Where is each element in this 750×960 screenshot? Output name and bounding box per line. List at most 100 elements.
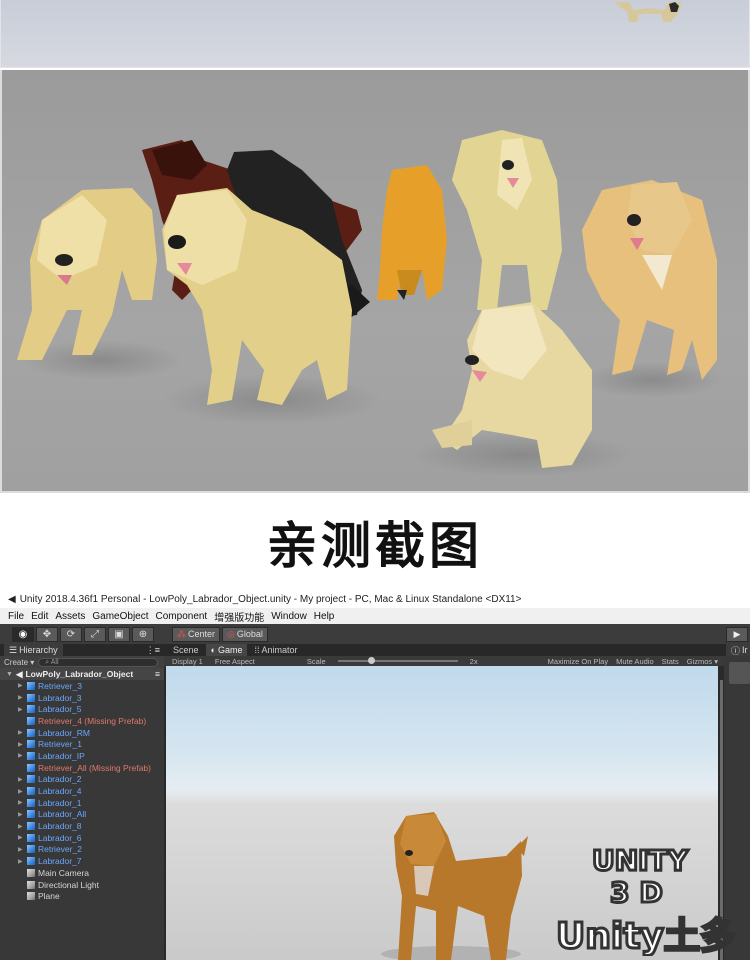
expand-arrow-icon[interactable]: ▶	[18, 811, 24, 818]
hierarchy-item[interactable]: ▶ Labrador_7	[0, 855, 164, 867]
panel-menu-icon[interactable]: ⋮≡	[146, 645, 160, 656]
hierarchy-item[interactable]: ▶ Retriever_2	[0, 844, 164, 856]
menu-window[interactable]: Window	[271, 611, 307, 622]
create-dropdown[interactable]: Create ▾	[4, 658, 34, 667]
cream-labrador-left	[17, 188, 157, 360]
window-titlebar: ◀ Unity 2018.4.36f1 Personal - LowPoly_L…	[0, 590, 750, 608]
scale-tool-icon[interactable]: ⤢	[84, 626, 106, 642]
menu-file[interactable]: File	[8, 611, 24, 622]
hierarchy-tab-bar: ☰ Hierarchy ⋮≡	[0, 644, 164, 656]
hierarchy-item[interactable]: ▶ Labrador_6	[0, 832, 164, 844]
watermark-line1: UNITY	[592, 844, 689, 877]
aspect-select[interactable]: Free Aspect	[215, 657, 255, 666]
hierarchy-item[interactable]: Retriever_All (Missing Prefab)	[0, 762, 164, 774]
hierarchy-item[interactable]: ▶ Labrador_5	[0, 703, 164, 715]
hierarchy-item[interactable]: Directional Light	[0, 879, 164, 891]
orange-retriever	[377, 165, 447, 300]
hierarchy-item[interactable]: ▶ Retriever_3	[0, 680, 164, 692]
inspector-tab-label: Ir	[742, 645, 748, 655]
gameobject-cube-icon	[27, 892, 35, 901]
stats-toggle[interactable]: Stats	[662, 657, 679, 666]
hierarchy-item[interactable]: ▶ Labrador_4	[0, 785, 164, 797]
globe-icon: ◎	[227, 628, 235, 639]
expand-arrow-icon[interactable]: ▶	[18, 858, 24, 865]
info-icon: ⓘ	[731, 645, 741, 656]
gizmos-dropdown[interactable]: Gizmos ▾	[687, 657, 718, 666]
expand-arrow-icon[interactable]: ▶	[18, 776, 24, 783]
hierarchy-item[interactable]: ▶ Retriever_1	[0, 738, 164, 750]
scale-slider[interactable]	[337, 657, 458, 664]
tab-animator[interactable]: ⁞⁞ Animator	[249, 644, 302, 656]
expand-arrow-icon[interactable]: ▶	[18, 682, 24, 689]
window-title: Unity 2018.4.36f1 Personal - LowPoly_Lab…	[19, 593, 522, 605]
scale-slider-knob[interactable]	[367, 657, 375, 664]
hierarchy-item[interactable]: Plane	[0, 890, 164, 902]
search-icon: ⌕	[45, 658, 50, 666]
expand-arrow-icon[interactable]: ▶	[18, 846, 24, 853]
expand-arrow-icon[interactable]: ▶	[18, 834, 24, 841]
tab-inspector[interactable]: ⓘ Ir	[726, 644, 750, 656]
pivot-center-button[interactable]: ⁂ Center	[172, 626, 221, 642]
hierarchy-item[interactable]: ▶ Labrador_IP	[0, 750, 164, 762]
mute-audio-toggle[interactable]: Mute Audio	[616, 657, 654, 666]
prefab-cube-icon	[27, 693, 35, 702]
hierarchy-item[interactable]: Retriever_4 (Missing Prefab)	[0, 715, 164, 727]
view-tool-eye-icon[interactable]: ◉	[12, 626, 34, 642]
watermark-line3: Unity土多	[556, 916, 736, 956]
hierarchy-scene-root[interactable]: ▼ ◀ LowPoly_Labrador_Object ≡	[0, 668, 164, 680]
hierarchy-item[interactable]: ▶ Labrador_3	[0, 692, 164, 704]
menu-enhanced[interactable]: 增强版功能	[214, 609, 264, 624]
caption-banner: 亲测截图	[0, 493, 750, 590]
display-select[interactable]: Display 1	[172, 657, 203, 666]
menu-assets[interactable]: Assets	[55, 611, 85, 622]
space-global-button[interactable]: ◎ Global	[222, 626, 268, 642]
rotate-tool-icon[interactable]: ⟳	[60, 626, 82, 642]
hierarchy-item[interactable]: ▶ Labrador_RM	[0, 727, 164, 739]
hierarchy-item-label: Labrador_1	[38, 797, 82, 808]
hierarchy-item-label: Directional Light	[38, 879, 99, 890]
tab-scene[interactable]: Scene	[168, 644, 204, 656]
prefab-cube-icon	[27, 810, 35, 819]
hierarchy-item[interactable]: ▶ Labrador_8	[0, 820, 164, 832]
menu-component[interactable]: Component	[156, 611, 208, 622]
scene-menu-icon[interactable]: ≡	[155, 669, 160, 679]
pivot-label: Center	[188, 629, 216, 639]
play-button[interactable]: ▶	[726, 627, 748, 642]
expand-arrow-icon[interactable]: ▶	[18, 729, 24, 736]
expand-arrow-icon[interactable]: ▶	[18, 823, 24, 830]
expand-arrow-icon[interactable]: ▶	[18, 694, 24, 701]
tab-game[interactable]: ◐ Game	[205, 644, 248, 656]
search-placeholder: All	[50, 658, 59, 666]
maximize-on-play-toggle[interactable]: Maximize On Play	[548, 657, 608, 666]
hierarchy-item-label: Retriever_3	[38, 680, 82, 691]
menu-gameobject[interactable]: GameObject	[92, 611, 148, 622]
scene-name: LowPoly_Labrador_Object	[25, 669, 134, 679]
menu-help[interactable]: Help	[314, 611, 335, 622]
animator-tab-label: Animator	[261, 645, 298, 655]
rect-tool-icon[interactable]: ▣	[108, 626, 130, 642]
expand-arrow-icon[interactable]: ▶	[18, 741, 24, 748]
transform-tool-icon[interactable]: ⊕	[132, 626, 154, 642]
hierarchy-item-label: Labrador_RM	[38, 727, 90, 738]
expand-arrow-icon[interactable]: ▶	[18, 706, 24, 713]
hierarchy-item[interactable]: Main Camera	[0, 867, 164, 879]
hierarchy-item-label: Labrador_7	[38, 856, 82, 867]
cream-retriever-standing	[452, 130, 562, 310]
hierarchy-item-label: Retriever_1	[38, 739, 82, 750]
hierarchy-item-label: Retriever_2	[38, 844, 82, 855]
hierarchy-item[interactable]: ▶ Labrador_1	[0, 797, 164, 809]
hierarchy-item-label: Main Camera	[38, 867, 90, 878]
expand-arrow-icon[interactable]: ▶	[18, 788, 24, 795]
expand-arrow-icon[interactable]: ▼	[6, 671, 13, 678]
scale-label: Scale	[306, 656, 326, 666]
prefab-cube-icon	[27, 740, 35, 749]
menu-edit[interactable]: Edit	[31, 611, 48, 622]
move-tool-icon[interactable]: ✥	[36, 626, 58, 642]
hierarchy-search-input[interactable]: ⌕ All	[38, 657, 159, 667]
expand-arrow-icon[interactable]: ▶	[18, 799, 24, 806]
hierarchy-item[interactable]: ▶ Labrador_All	[0, 809, 164, 821]
hierarchy-item[interactable]: ▶ Labrador_2	[0, 774, 164, 786]
tab-hierarchy[interactable]: ☰ Hierarchy	[4, 644, 63, 656]
prefab-cube-icon	[27, 822, 35, 831]
expand-arrow-icon[interactable]: ▶	[18, 752, 24, 759]
